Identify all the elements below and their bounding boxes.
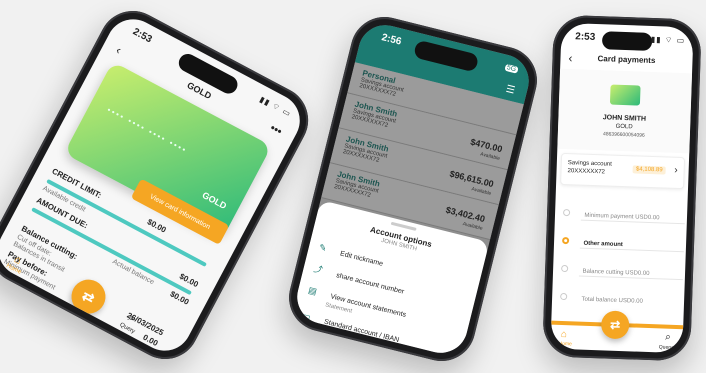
radio-button-selected[interactable] — [562, 236, 570, 245]
phone-middle: 2:56 5G ☰ Personal Savings account 20XXX… — [281, 9, 545, 369]
radio-button[interactable] — [562, 208, 571, 217]
phone-middle-screen: 2:56 5G ☰ Personal Savings account 20XXX… — [291, 19, 535, 359]
sheet-handle[interactable] — [390, 221, 417, 231]
mini-card-image — [609, 84, 641, 106]
payment-option[interactable]: Balance cutting USD0.00 — [561, 259, 681, 277]
status-icons: ▮▮ ⌔ ▭ — [650, 34, 686, 46]
transfer-fab-button[interactable]: ⇄ — [600, 310, 630, 340]
phone-left: 2:53 ▮▮ ⌔ ▭ ‹ GOLD ••• GOLD •••• •••• ••… — [0, 0, 321, 371]
radio-button[interactable] — [560, 292, 568, 301]
status-time: 2:53 — [575, 31, 596, 43]
payment-option[interactable]: Minimum payment USD0.00 — [562, 203, 683, 221]
home-tab-icon[interactable]: ⌂ — [561, 329, 567, 340]
payment-option[interactable]: Total balance USD0.00 — [560, 287, 680, 305]
statement-icon: ▤ — [307, 284, 319, 297]
chevron-right-icon: › — [674, 164, 678, 176]
phone-right: 2:53 ▮▮ ⌔ ▭ ‹ Card payments JOHN SMITH G… — [542, 14, 702, 362]
query-tab-label[interactable]: Query — [659, 344, 673, 350]
pencil-icon: ✎ — [317, 242, 328, 254]
account-label: Savings account — [567, 160, 612, 168]
option-label: Total balance USD0.00 — [581, 296, 643, 305]
phone-right-screen: 2:53 ▮▮ ⌔ ▭ ‹ Card payments JOHN SMITH G… — [550, 22, 694, 354]
header-title: Card payments — [597, 54, 656, 66]
account-amount: $4,108.89 — [632, 165, 666, 175]
transfer-fab-button[interactable]: ⇄ — [65, 273, 112, 320]
account-number: 20XXXXXX72 — [567, 168, 605, 176]
radio-button[interactable] — [561, 264, 569, 273]
status-icons: ▮▮ ⌔ ▭ — [258, 94, 293, 119]
card-icon: ▭ — [301, 310, 312, 322]
card-face-tier: GOLD — [200, 189, 229, 212]
payment-option[interactable]: Other amount — [562, 231, 682, 249]
card-dots: •••• •••• •••• •••• — [105, 105, 189, 156]
home-tab-label[interactable]: Home — [558, 341, 572, 347]
card-summary-area — [557, 68, 693, 154]
query-tab-icon[interactable]: ⌕ — [665, 332, 671, 343]
status-time: 2:53 — [130, 26, 154, 46]
dynamic-island — [601, 31, 653, 51]
share-icon: ⤴ — [312, 263, 324, 276]
phone-left-screen: 2:53 ▮▮ ⌔ ▭ ‹ GOLD ••• GOLD •••• •••• ••… — [0, 9, 310, 361]
account-selector[interactable]: Savings account 20XXXXXX72 $4,108.89 › — [560, 152, 686, 190]
